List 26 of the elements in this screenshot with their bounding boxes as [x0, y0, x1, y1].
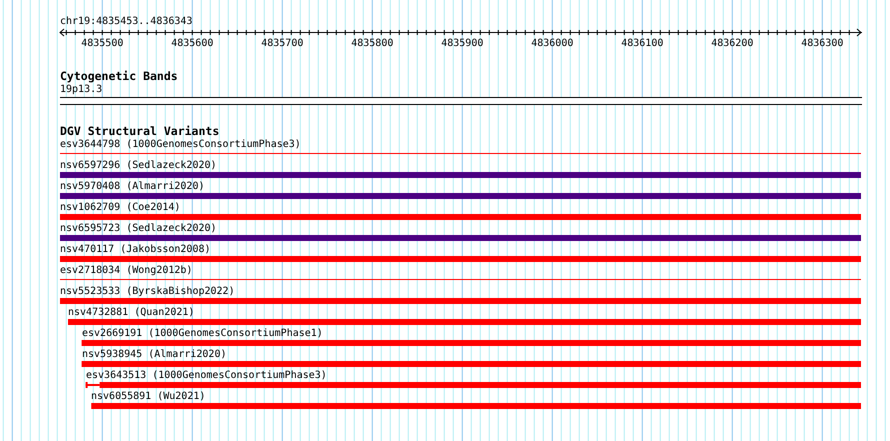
band-label: 19p13.3 [60, 83, 102, 96]
variant-label: esv3644798 (1000GenomesConsortiumPhase3) [60, 138, 301, 151]
position-label: chr19:4835453..4836343 [60, 15, 192, 28]
tick-label: 4836100 [621, 38, 664, 49]
variant-label: esv2669191 (1000GenomesConsortiumPhase1) [82, 327, 323, 340]
tick-label: 4835600 [171, 38, 214, 49]
track-title: Cytogenetic Bands [60, 70, 178, 83]
variant-label: nsv470117 (Jakobsson2008) [60, 243, 211, 256]
tick-label: 4835800 [351, 38, 394, 49]
tick-label: 4835900 [441, 38, 484, 49]
tick-label: 4836200 [711, 38, 754, 49]
variant-label: nsv1062709 (Coe2014) [60, 201, 180, 214]
tick-label: 4836000 [531, 38, 574, 49]
track-title: DGV Structural Variants [60, 125, 220, 138]
variant-label: esv3643513 (1000GenomesConsortiumPhase3) [86, 369, 327, 382]
tick-label: 4836300 [801, 38, 844, 49]
tick-label: 4835700 [261, 38, 304, 49]
variant-label: nsv5970408 (Almarri2020) [60, 180, 204, 193]
variant-label: nsv4732881 (Quan2021) [68, 306, 194, 319]
tick-label: 4835500 [81, 38, 124, 49]
variant-label: nsv6597296 (Sedlazeck2020) [60, 159, 217, 172]
variant-label: esv2718034 (Wong2012b) [60, 264, 192, 277]
variant-label: nsv5938945 (Almarri2020) [82, 348, 226, 361]
variant-label: nsv6595723 (Sedlazeck2020) [60, 222, 217, 235]
variant-label: nsv6055891 (Wu2021) [91, 390, 206, 403]
variant-label: nsv5523533 (ByrskaBishop2022) [60, 285, 235, 298]
